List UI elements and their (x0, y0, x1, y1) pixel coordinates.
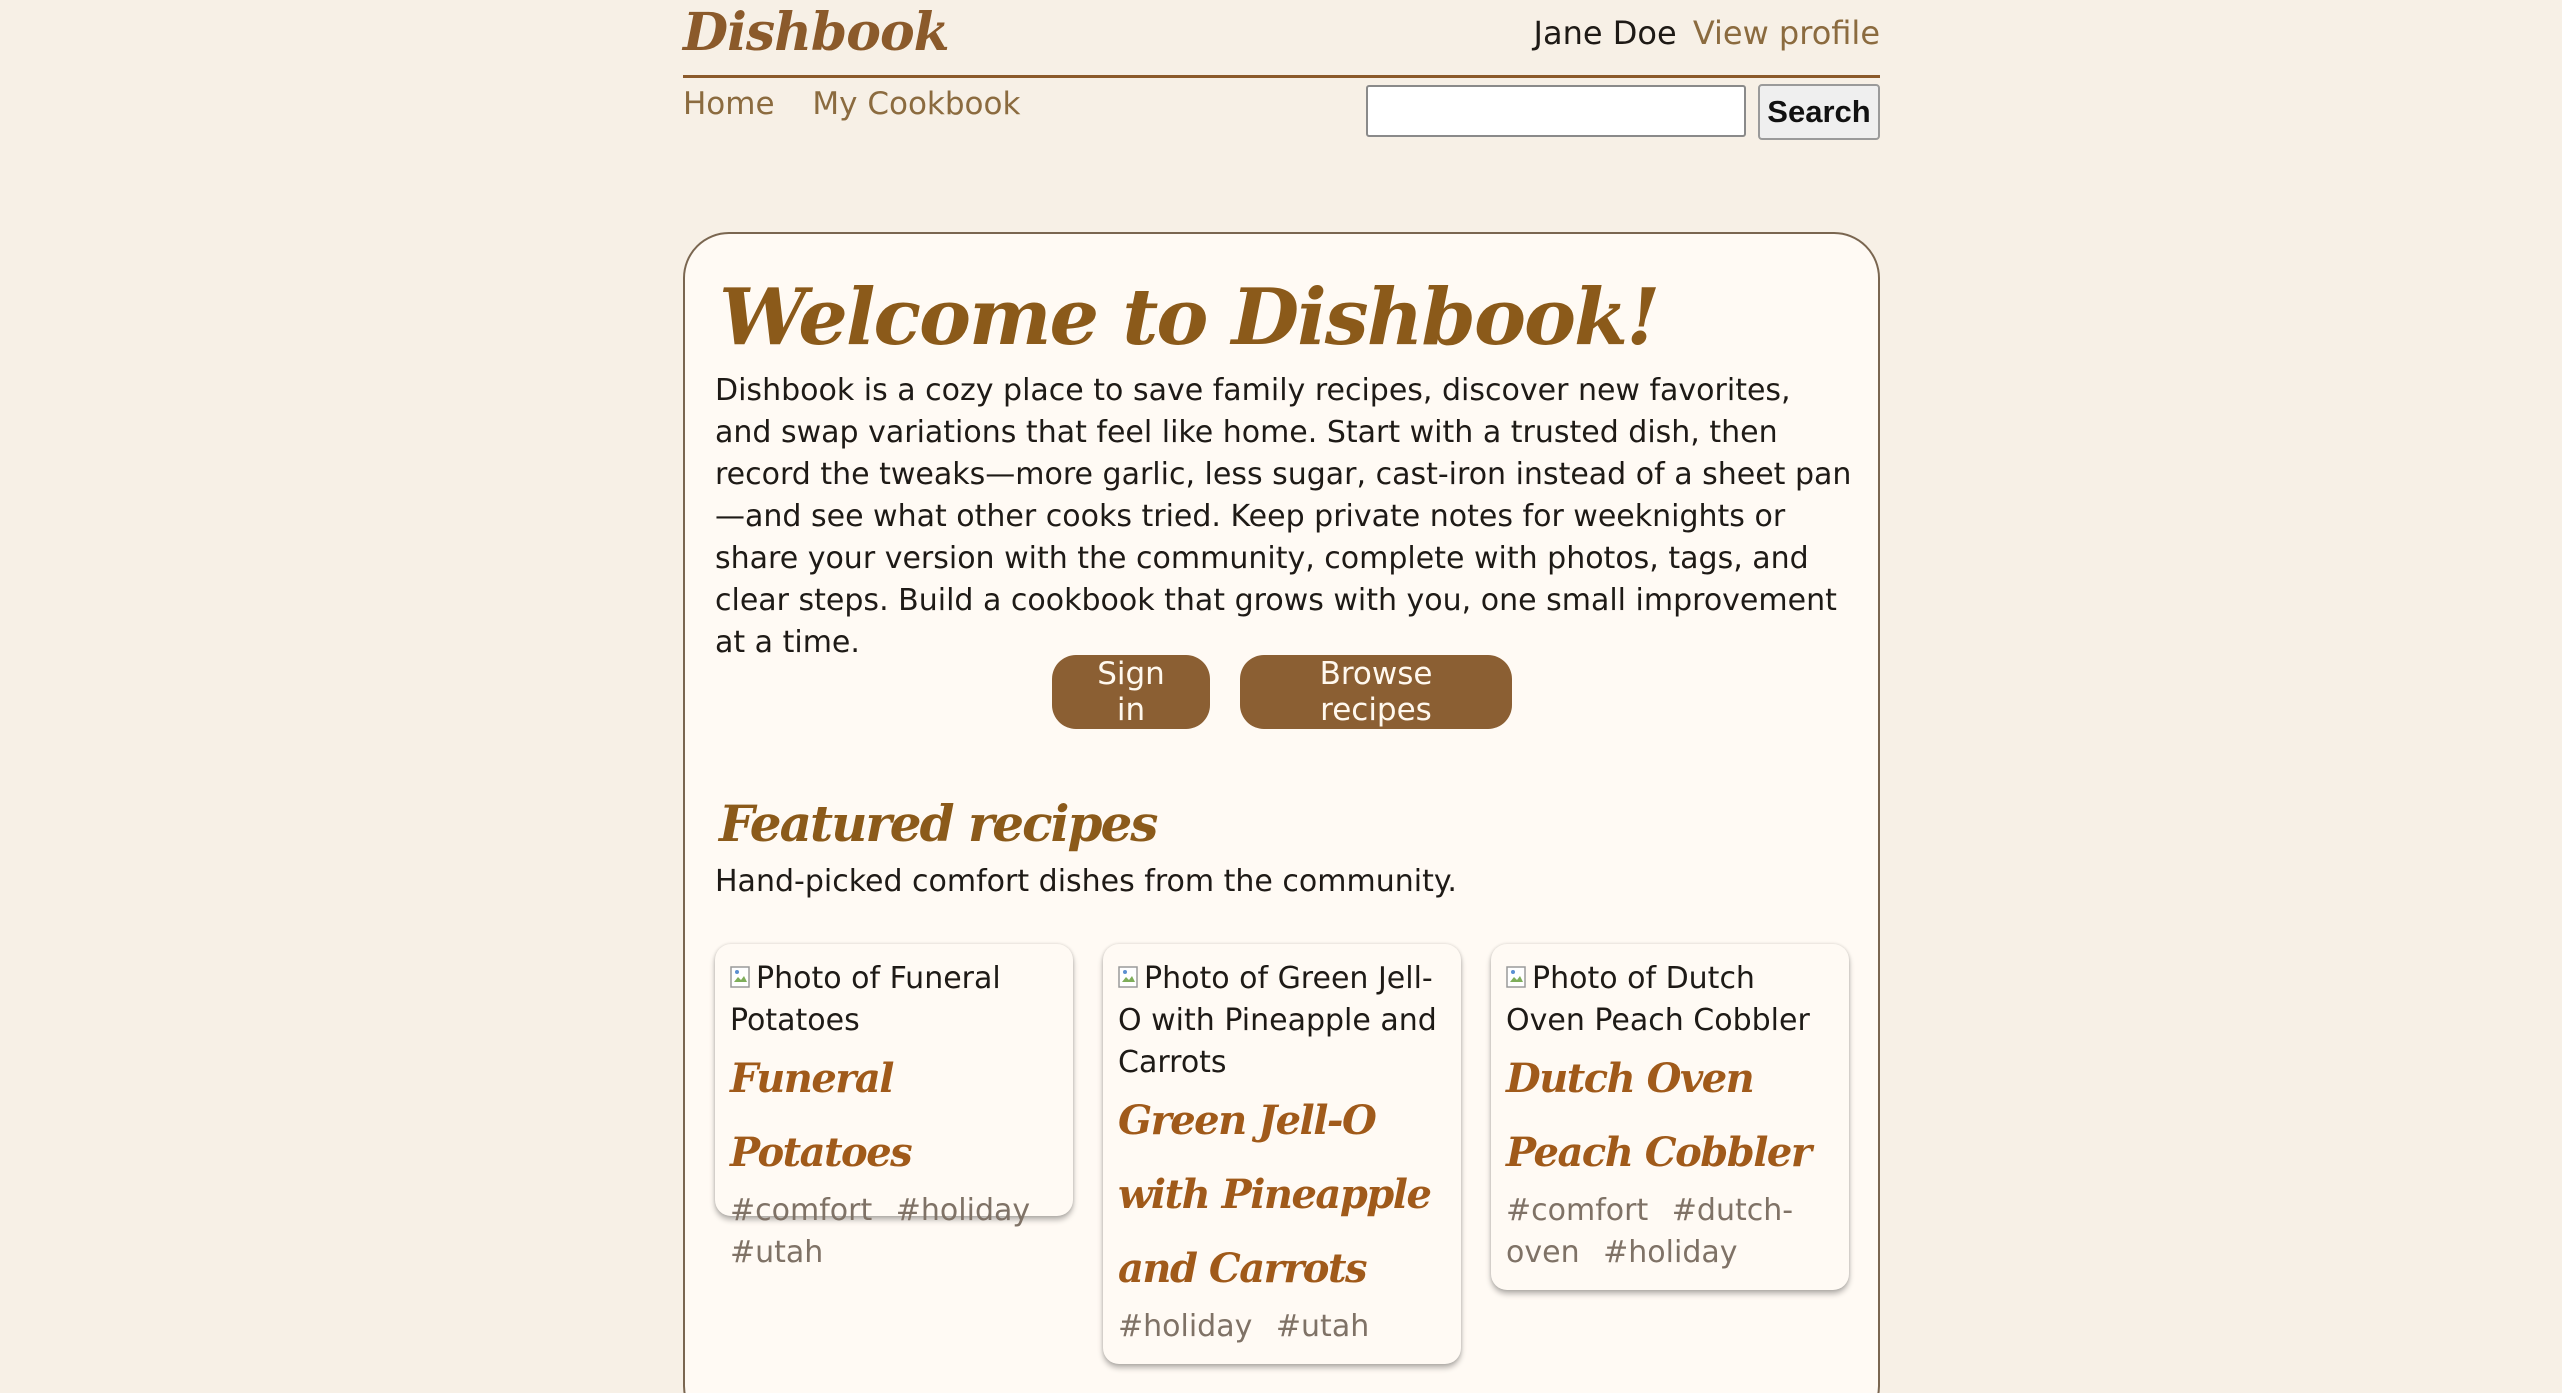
recipe-tag[interactable]: #comfort (730, 1193, 872, 1228)
welcome-card: Welcome to Dishbook! Dishbook is a cozy … (683, 232, 1880, 1393)
page: Dishbook Jane Doe View profile Home My C… (0, 0, 2562, 1393)
broken-image-icon (1506, 966, 1526, 988)
page-title: Welcome to Dishbook! (719, 272, 1660, 363)
intro-text: Dishbook is a cozy place to save family … (715, 373, 1852, 660)
recipe-tag[interactable]: #holiday (896, 1193, 1030, 1228)
sign-in-button[interactable]: Sign in (1052, 655, 1210, 729)
user-name: Jane Doe (1533, 14, 1677, 52)
recipe-image-alt: Photo of Dutch Oven Peach Cobbler (1506, 961, 1810, 1038)
main-nav: Home My Cookbook (683, 86, 1048, 122)
nav-home-link[interactable]: Home (683, 86, 775, 122)
broken-image-icon (730, 966, 750, 988)
broken-image-icon (1118, 966, 1138, 988)
recipe-image-alt: Photo of Funeral Potatoes (730, 961, 1001, 1038)
recipe-image-alt: Photo of Green Jell-O with Pineapple and… (1118, 961, 1437, 1080)
view-profile-link[interactable]: View profile (1693, 14, 1880, 52)
search-button[interactable]: Search (1758, 84, 1880, 140)
recipe-image[interactable]: Photo of Dutch Oven Peach Cobbler (1506, 958, 1835, 1042)
recipe-card[interactable]: Photo of Dutch Oven Peach Cobbler Dutch … (1491, 944, 1849, 1290)
recipe-tags: #holiday #utah (1118, 1306, 1447, 1348)
featured-recipes-heading: Featured recipes (719, 794, 1158, 853)
site-logo[interactable]: Dishbook (683, 2, 950, 63)
user-area: Jane Doe View profile (1534, 14, 1880, 52)
recipe-card[interactable]: Photo of Funeral Potatoes Funeral Potato… (715, 944, 1073, 1270)
recipe-image[interactable]: Photo of Funeral Potatoes (730, 958, 1059, 1042)
recipe-tag[interactable]: #utah (730, 1235, 823, 1270)
recipe-title[interactable]: Funeral Potatoes (730, 1042, 1059, 1190)
recipe-title[interactable]: Dutch Oven Peach Cobbler (1506, 1042, 1835, 1190)
recipe-image[interactable]: Photo of Green Jell-O with Pineapple and… (1118, 958, 1447, 1084)
recipe-tag[interactable]: #holiday (1603, 1235, 1737, 1270)
browse-recipes-button[interactable]: Browse recipes (1240, 655, 1512, 729)
recipe-title[interactable]: Green Jell-O with Pineapple and Carrots (1118, 1084, 1447, 1306)
recipe-card[interactable]: Photo of Green Jell-O with Pineapple and… (1103, 944, 1461, 1364)
recipe-tags: #comfort #holiday #utah (730, 1190, 1059, 1274)
nav-my-cookbook-link[interactable]: My Cookbook (812, 86, 1020, 122)
recipe-tag[interactable]: #holiday (1118, 1309, 1252, 1344)
featured-recipes-subtitle: Hand-picked comfort dishes from the comm… (715, 864, 1457, 899)
recipe-tags: #comfort #dutch-oven #holiday (1506, 1190, 1835, 1274)
recipe-tag[interactable]: #comfort (1506, 1193, 1648, 1228)
site-header: Dishbook Jane Doe View profile (683, 0, 1880, 78)
recipe-tag[interactable]: #utah (1276, 1309, 1369, 1344)
search-input[interactable] (1366, 85, 1746, 137)
